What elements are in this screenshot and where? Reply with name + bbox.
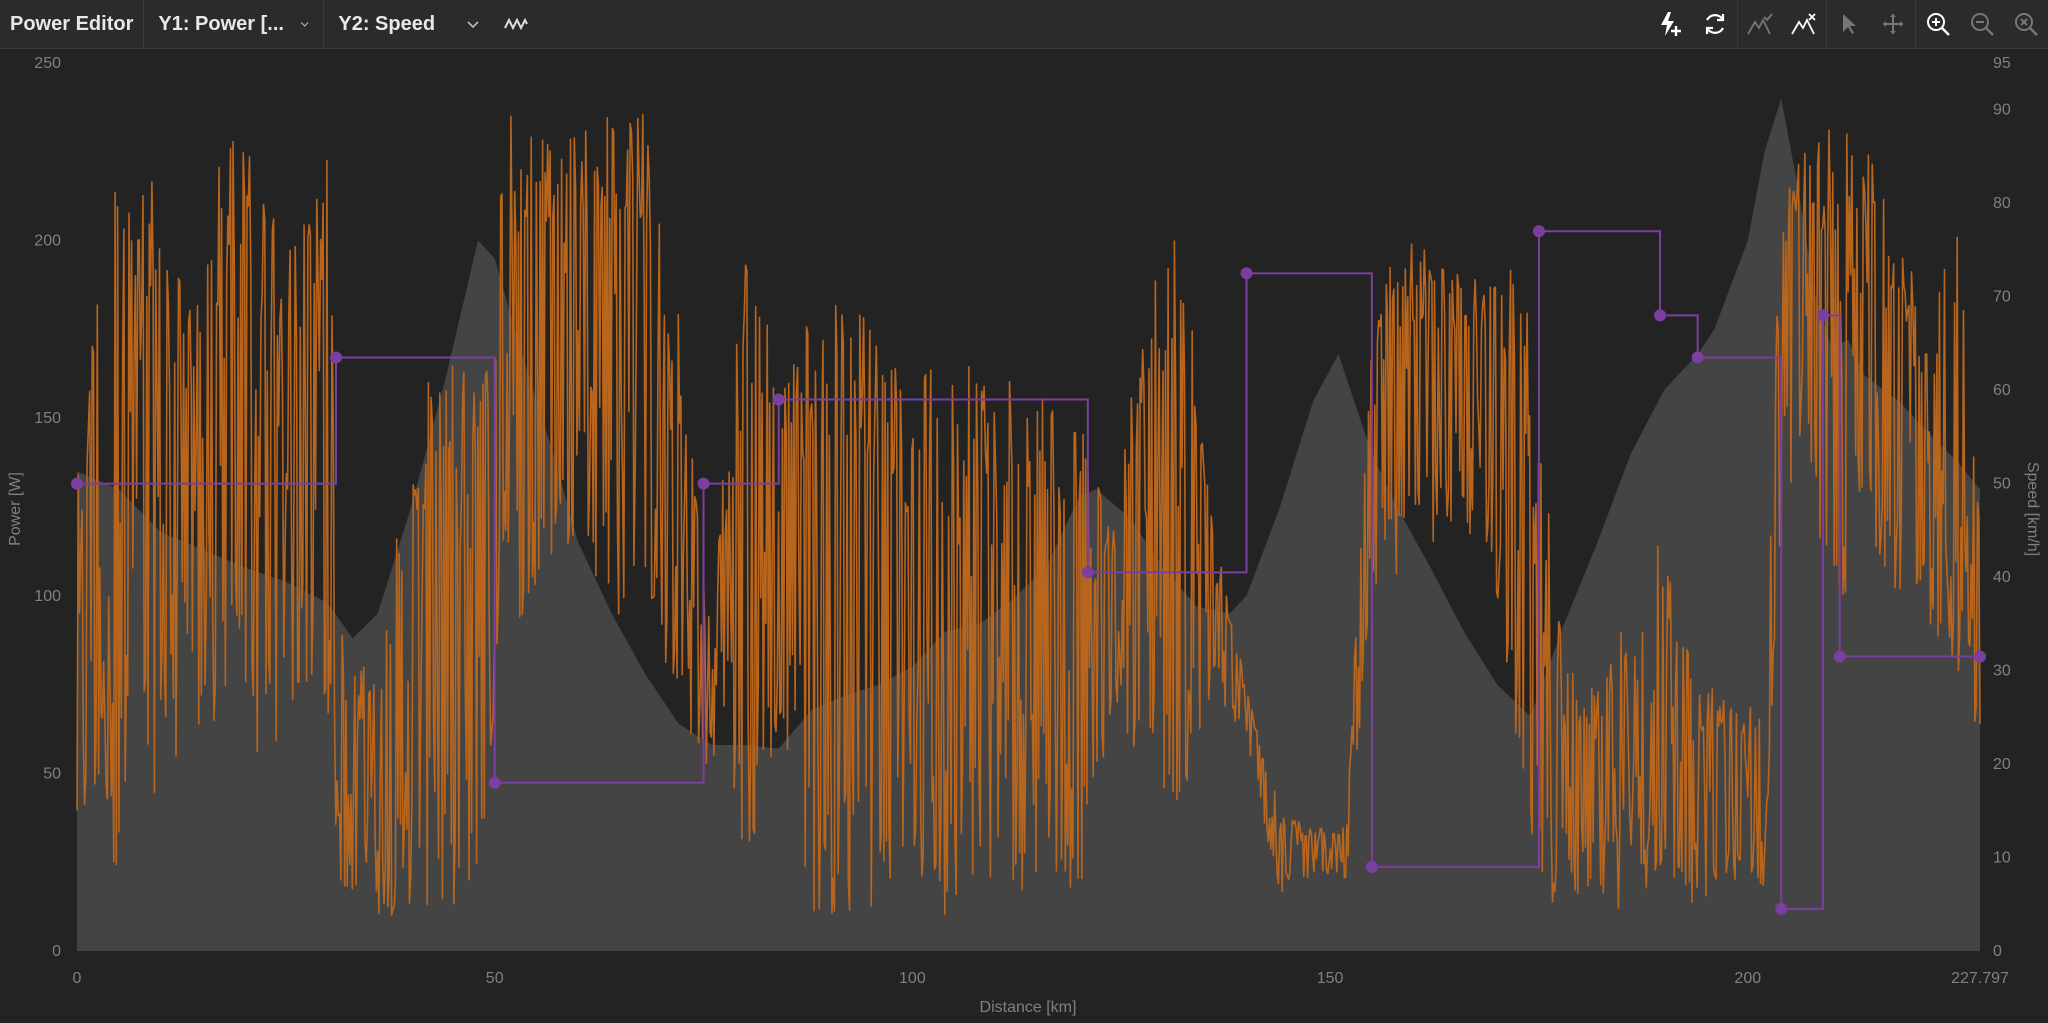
chevron-down-icon	[467, 21, 479, 29]
y1-tick-label: 0	[52, 943, 61, 960]
app-title: Power Editor	[0, 0, 145, 49]
toolbar: Power Editor Y1: Power [... Y2: Speed	[0, 0, 2048, 49]
speed-marker[interactable]	[1081, 566, 1094, 579]
speed-marker[interactable]	[71, 477, 83, 490]
y1-tick-label: 200	[34, 233, 61, 250]
y1-tick-label: 250	[34, 55, 61, 72]
speed-marker[interactable]	[772, 393, 785, 406]
y1-axis-select[interactable]: Y1: Power [...	[144, 0, 325, 49]
speed-marker[interactable]	[1691, 351, 1704, 364]
y2-axis-select[interactable]: Y2: Speed	[324, 0, 494, 49]
speed-marker[interactable]	[1365, 860, 1378, 873]
speed-marker[interactable]	[1974, 650, 1986, 663]
speed-marker[interactable]	[697, 477, 710, 490]
y2-tick-label: 50	[1993, 476, 2011, 493]
speed-marker[interactable]	[488, 776, 501, 789]
y2-tick-label: 90	[1993, 102, 2011, 119]
x-tick-label: 150	[1317, 970, 1344, 987]
zoom-reset-icon[interactable]	[2004, 0, 2048, 49]
speed-marker[interactable]	[1816, 309, 1829, 322]
move-icon[interactable]	[1871, 0, 1915, 49]
y1-tick-label: 100	[34, 588, 61, 605]
x-tick-label: 200	[1734, 970, 1761, 987]
y2-tick-label: 10	[1993, 850, 2011, 867]
y2-tick-label: 0	[1993, 943, 2002, 960]
y2-tick-label: 80	[1993, 195, 2011, 212]
speed-marker[interactable]	[329, 351, 342, 364]
speed-marker[interactable]	[1240, 267, 1253, 280]
speed-marker[interactable]	[1532, 225, 1545, 238]
y2-tick-label: 60	[1993, 382, 2011, 399]
speed-marker[interactable]	[1775, 902, 1788, 915]
y2-tick-label: 70	[1993, 289, 2011, 306]
y1-tick-label: 150	[34, 410, 61, 427]
speed-marker[interactable]	[1654, 309, 1667, 322]
x-tick-label: 50	[486, 970, 504, 987]
x-axis-label: Distance [km]	[980, 999, 1077, 1016]
lightning-add-icon[interactable]	[1649, 0, 1693, 49]
x-tick-label: 0	[73, 970, 82, 987]
y2-tick-label: 95	[1993, 55, 2011, 72]
y2-tick-label: 40	[1993, 569, 2011, 586]
y2-tick-label: 20	[1993, 756, 2011, 773]
refresh-icon[interactable]	[1693, 0, 1737, 49]
x-tick-label: 227.797	[1951, 970, 2009, 987]
zoom-out-icon[interactable]	[1960, 0, 2004, 49]
y1-tick-label: 50	[43, 765, 61, 782]
y1-axis-label: Power [W]	[7, 472, 24, 546]
x-tick-label: 100	[899, 970, 926, 987]
speed-marker[interactable]	[1833, 650, 1846, 663]
waveform-icon[interactable]	[494, 0, 538, 49]
mountain-remove-icon[interactable]	[1782, 0, 1826, 49]
chevron-down-icon	[300, 22, 309, 27]
y2-axis-select-label: Y2: Speed	[338, 12, 436, 35]
y2-tick-label: 30	[1993, 663, 2011, 680]
zoom-in-icon[interactable]	[1916, 0, 1960, 49]
power-editor-chart[interactable]: Distance [km] Power [W] Speed [km/h] 0 50…	[0, 49, 2048, 1023]
y2-axis-label: Speed [km/h]	[2024, 462, 2041, 556]
y1-axis-select-label: Y1: Power [...	[158, 12, 284, 35]
mountain-check-icon[interactable]	[1738, 0, 1782, 49]
pointer-icon[interactable]	[1827, 0, 1871, 49]
